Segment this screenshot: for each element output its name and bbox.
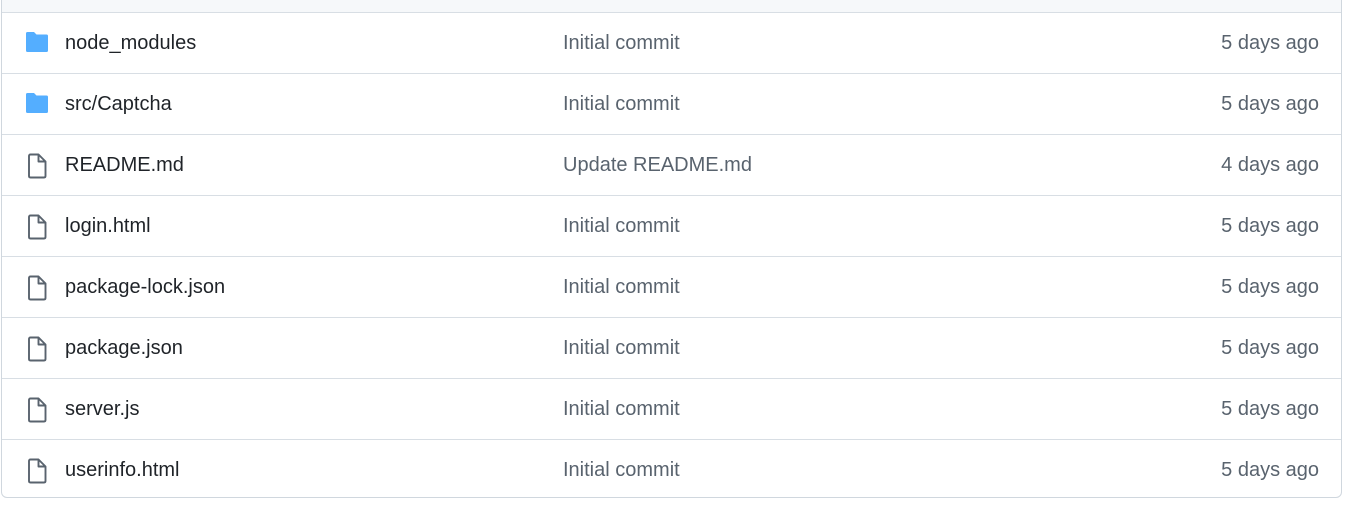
file-icon <box>24 458 52 484</box>
commit-message-link[interactable]: Initial commit <box>563 196 680 256</box>
folder-icon <box>24 92 52 116</box>
file-table: node_modules Initial commit 5 days ago s… <box>1 0 1342 498</box>
commit-age: 5 days ago <box>1221 276 1319 298</box>
commit-message-link[interactable]: Update README.md <box>563 135 752 195</box>
commit-message-link[interactable]: Initial commit <box>563 13 680 73</box>
file-name-link[interactable]: login.html <box>65 196 151 256</box>
file-row[interactable]: server.js Initial commit 5 days ago <box>2 379 1341 440</box>
file-row[interactable]: package.json Initial commit 5 days ago <box>2 318 1341 379</box>
file-name-link[interactable]: package-lock.json <box>65 257 225 317</box>
file-row[interactable]: login.html Initial commit 5 days ago <box>2 196 1341 257</box>
file-icon <box>24 336 52 362</box>
file-name-link[interactable]: package.json <box>65 318 183 378</box>
file-name-link[interactable]: userinfo.html <box>65 440 180 497</box>
table-header <box>2 0 1341 13</box>
file-row[interactable]: README.md Update README.md 4 days ago <box>2 135 1341 196</box>
file-row[interactable]: node_modules Initial commit 5 days ago <box>2 13 1341 74</box>
file-icon <box>24 397 52 423</box>
file-row[interactable]: userinfo.html Initial commit 5 days ago <box>2 440 1341 497</box>
commit-message-link[interactable]: Initial commit <box>563 379 680 439</box>
file-row[interactable]: src/Captcha Initial commit 5 days ago <box>2 74 1341 135</box>
file-row[interactable]: package-lock.json Initial commit 5 days … <box>2 257 1341 318</box>
file-name-link[interactable]: src/Captcha <box>65 74 172 134</box>
commit-age: 5 days ago <box>1221 398 1319 420</box>
commit-message-link[interactable]: Initial commit <box>563 440 680 497</box>
commit-message-link[interactable]: Initial commit <box>563 74 680 134</box>
commit-message-link[interactable]: Initial commit <box>563 318 680 378</box>
commit-age: 4 days ago <box>1221 154 1319 176</box>
file-name-link[interactable]: server.js <box>65 379 139 439</box>
commit-message-link[interactable]: Initial commit <box>563 257 680 317</box>
commit-age: 5 days ago <box>1221 459 1319 481</box>
folder-icon <box>24 31 52 55</box>
file-name-link[interactable]: README.md <box>65 135 184 195</box>
commit-age: 5 days ago <box>1221 337 1319 359</box>
file-icon <box>24 153 52 179</box>
commit-age: 5 days ago <box>1221 32 1319 54</box>
file-icon <box>24 275 52 301</box>
file-list: node_modules Initial commit 5 days ago s… <box>2 13 1341 497</box>
commit-age: 5 days ago <box>1221 215 1319 237</box>
file-name-link[interactable]: node_modules <box>65 13 196 73</box>
file-icon <box>24 214 52 240</box>
commit-age: 5 days ago <box>1221 93 1319 115</box>
